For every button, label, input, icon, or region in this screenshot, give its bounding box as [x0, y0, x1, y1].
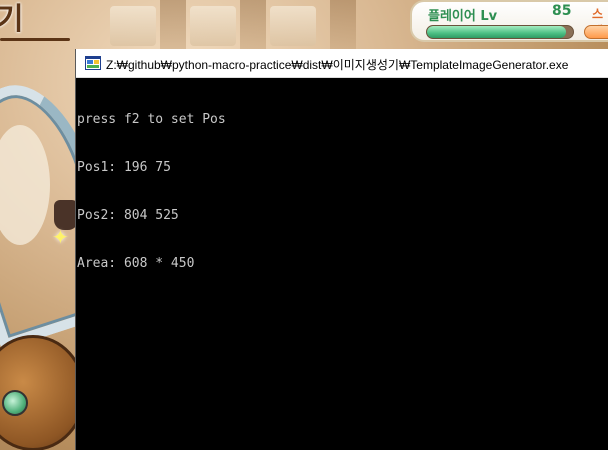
console-window[interactable]: Z:₩github₩python-macro-practice₩dist₩이미지… — [75, 49, 608, 450]
console-app-icon — [85, 56, 101, 70]
game-title: 기 — [0, 2, 24, 37]
background-window — [190, 6, 236, 46]
stamina-bar — [584, 25, 608, 39]
console-line: press f2 to set Pos — [77, 112, 226, 127]
background-window — [110, 6, 156, 46]
sparkle-icon: ✦ — [52, 225, 69, 249]
console-output: press f2 to set Pos Pos1: 196 75 Pos2: 8… — [77, 80, 608, 450]
gem-icon — [2, 390, 28, 416]
console-line: Area: 608 * 450 — [77, 256, 195, 271]
player-level-hud: 플레이어 Lv 85 스태 — [410, 0, 608, 42]
player-level-label: 플레이어 Lv — [428, 9, 498, 24]
player-level-value: 85 — [552, 3, 572, 19]
title-underline — [0, 38, 70, 41]
game-scene-left: ✦ — [0, 45, 76, 450]
screen: 기 ✦ 플레이어 Lv 85 스태 — [0, 0, 608, 450]
window-title: Z:₩github₩python-macro-practice₩dist₩이미지… — [106, 58, 569, 72]
level-progress-fill — [427, 26, 566, 38]
background-window — [270, 6, 316, 46]
console-titlebar[interactable]: Z:₩github₩python-macro-practice₩dist₩이미지… — [76, 49, 608, 78]
console-line: Pos2: 804 525 — [77, 208, 179, 223]
level-progress-bar — [426, 25, 574, 39]
console-line: Pos1: 196 75 — [77, 160, 171, 175]
